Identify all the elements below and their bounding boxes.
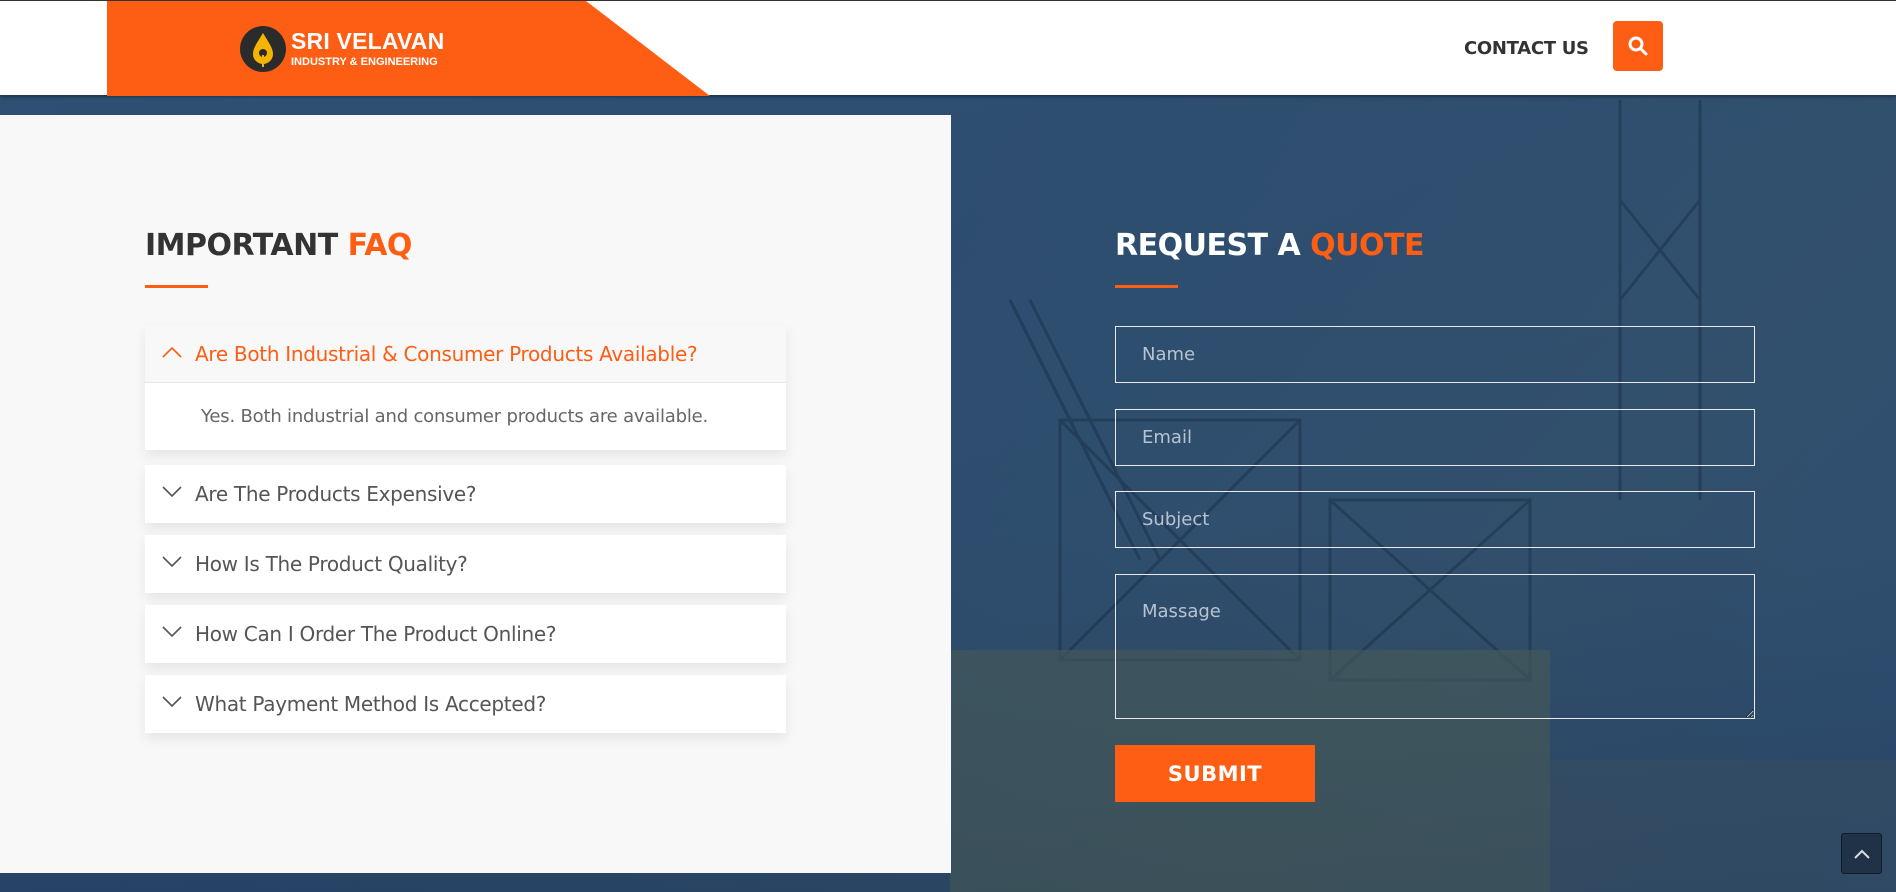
name-input[interactable]	[1115, 326, 1755, 383]
faq-question-text: How Is The Product Quality?	[195, 552, 468, 576]
faq-heading-main: IMPORTANT	[145, 228, 338, 263]
faq-item: How Is The Product Quality?	[145, 535, 786, 593]
droplet-logo-icon	[240, 26, 286, 72]
search-button[interactable]	[1613, 21, 1663, 71]
faq-question[interactable]: What Payment Method Is Accepted?	[145, 675, 786, 733]
faq-section: IMPORTANT FAQ Are Both Industrial & Cons…	[0, 115, 951, 873]
quote-heading-main: REQUEST A	[1115, 228, 1301, 263]
faq-question[interactable]: How Is The Product Quality?	[145, 535, 786, 593]
faq-item: Are Both Industrial & Consumer Products …	[145, 325, 786, 450]
chevron-down-icon	[162, 626, 182, 638]
quote-heading-underline	[1115, 285, 1178, 288]
search-icon	[1628, 36, 1648, 56]
chevron-down-icon	[162, 486, 182, 498]
chevron-down-icon	[162, 556, 182, 568]
nav-contact-us[interactable]: CONTACT US	[1464, 38, 1589, 59]
faq-question-text: What Payment Method Is Accepted?	[195, 692, 547, 716]
subject-input[interactable]	[1115, 491, 1755, 548]
faq-heading-accent: FAQ	[347, 228, 413, 263]
chevron-up-icon	[1853, 849, 1870, 859]
faq-question-text: Are The Products Expensive?	[195, 482, 477, 506]
faq-item: What Payment Method Is Accepted?	[145, 675, 786, 733]
faq-question[interactable]: How Can I Order The Product Online?	[145, 605, 786, 663]
quote-heading: REQUEST A QUOTE	[1115, 228, 1424, 263]
brand-tagline: INDUSTRY & ENGINEERING	[291, 56, 438, 68]
faq-question-text: Are Both Industrial & Consumer Products …	[195, 341, 698, 366]
brand-name: SRI VELAVAN	[291, 28, 445, 54]
scroll-to-top-button[interactable]	[1841, 833, 1882, 874]
submit-button[interactable]: SUBMIT	[1115, 745, 1315, 802]
chevron-down-icon	[162, 696, 182, 708]
email-input[interactable]	[1115, 409, 1755, 466]
faq-heading-underline	[145, 285, 208, 288]
faq-answer: Yes. Both industrial and consumer produc…	[201, 406, 709, 427]
faq-question[interactable]: Are The Products Expensive?	[145, 465, 786, 523]
logo-block[interactable]: SRI VELAVAN INDUSTRY & ENGINEERING	[107, 1, 710, 96]
faq-item: Are The Products Expensive?	[145, 465, 786, 523]
site-header: SRI VELAVAN INDUSTRY & ENGINEERING CONTA…	[0, 0, 1896, 96]
quote-heading-accent: QUOTE	[1310, 228, 1424, 263]
faq-heading: IMPORTANT FAQ	[145, 228, 412, 263]
chevron-up-icon	[162, 346, 182, 358]
faq-question[interactable]: Are Both Industrial & Consumer Products …	[145, 325, 786, 383]
faq-item: How Can I Order The Product Online?	[145, 605, 786, 663]
message-textarea[interactable]	[1115, 574, 1755, 719]
faq-question-text: How Can I Order The Product Online?	[195, 622, 557, 646]
